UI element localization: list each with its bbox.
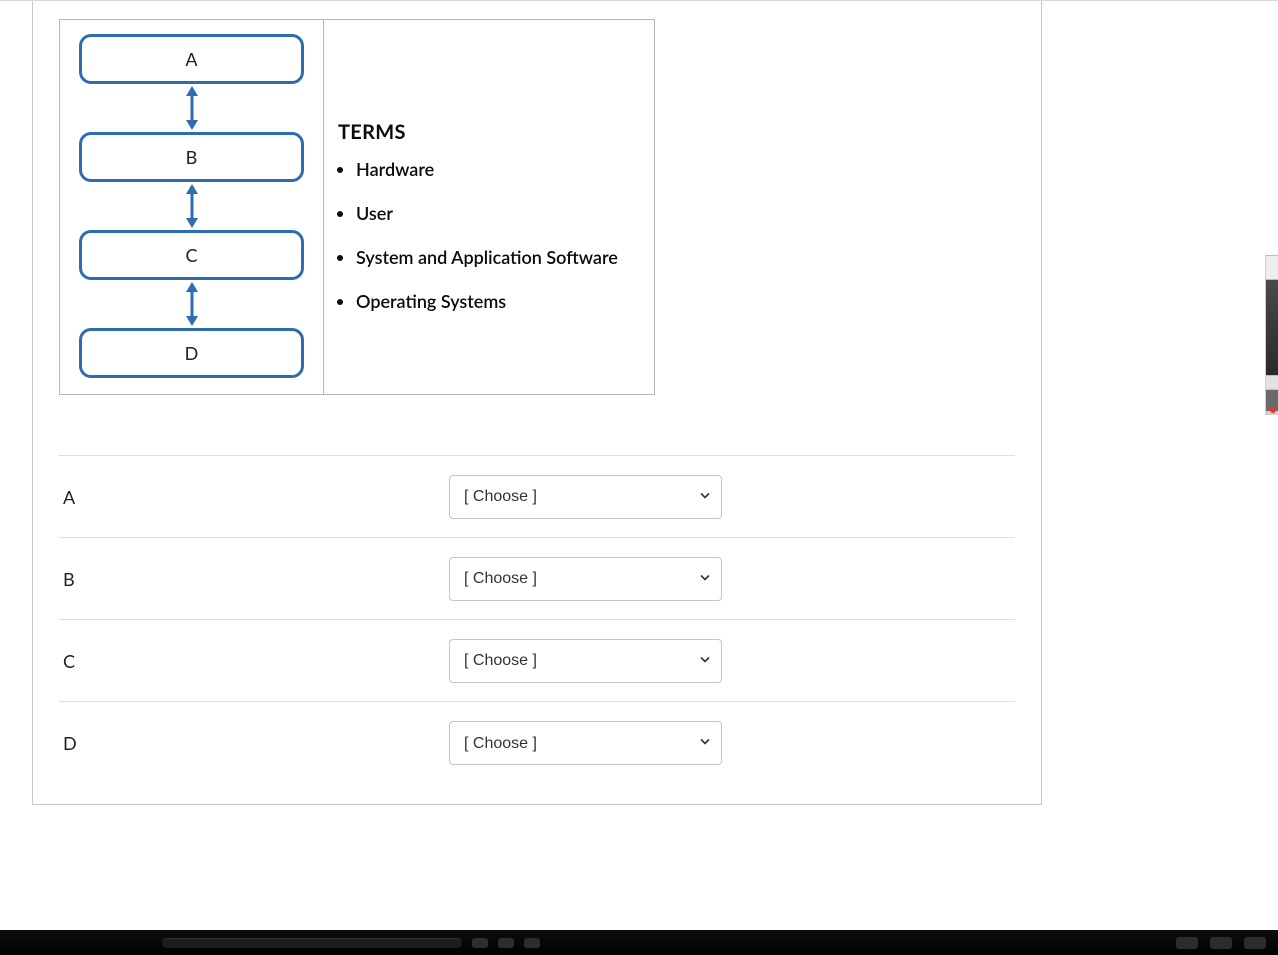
diagram-box-d: D xyxy=(79,328,304,378)
terms-item: User xyxy=(356,202,644,224)
diagram-box-b: B xyxy=(79,132,304,182)
taskbar-badge[interactable] xyxy=(1244,937,1266,949)
match-select-wrap: [ Choose ] xyxy=(449,639,722,683)
taskbar-icon[interactable] xyxy=(524,938,540,948)
match-select-c[interactable]: [ Choose ] xyxy=(449,639,722,683)
terms-item: System and Application Software xyxy=(356,246,644,268)
terms-column: TERMS Hardware User System and Applicati… xyxy=(324,20,654,394)
match-select-wrap: [ Choose ] xyxy=(449,557,722,601)
taskbar xyxy=(0,930,1278,955)
taskbar-icon[interactable] xyxy=(498,938,514,948)
double-arrow-icon xyxy=(181,280,203,328)
diagram-box-a: A xyxy=(79,34,304,84)
diagram-box-label: B xyxy=(186,146,198,168)
match-select-d[interactable]: [ Choose ] xyxy=(449,721,722,765)
double-arrow-icon xyxy=(181,182,203,230)
preview-slice xyxy=(1266,279,1278,375)
taskbar-badge[interactable] xyxy=(1176,937,1198,949)
taskbar-icon[interactable] xyxy=(472,938,488,948)
preview-slice xyxy=(1266,255,1278,279)
question-card: A B xyxy=(32,1,1042,805)
match-select-wrap: [ Choose ] xyxy=(449,721,722,765)
terms-list: Hardware User System and Application Sof… xyxy=(338,158,644,312)
taskbar-right xyxy=(1176,937,1266,949)
taskbar-badge[interactable] xyxy=(1210,937,1232,949)
match-select-b[interactable]: [ Choose ] xyxy=(449,557,722,601)
terms-heading: TERMS xyxy=(338,120,644,144)
figure-table: A B xyxy=(59,19,655,395)
match-row: C [ Choose ] xyxy=(59,620,1015,702)
match-label-a: A xyxy=(59,486,449,508)
diagram-box-label: A xyxy=(185,48,197,70)
match-region: A [ Choose ] B [ Choose ] xyxy=(59,455,1015,784)
terms-item: Operating Systems xyxy=(356,290,644,312)
diagram-box-c: C xyxy=(79,230,304,280)
match-row: B [ Choose ] xyxy=(59,538,1015,620)
match-row: A [ Choose ] xyxy=(59,456,1015,538)
diagram-box-label: C xyxy=(185,244,197,266)
diagram-column: A B xyxy=(60,20,324,394)
taskbar-search-pill[interactable] xyxy=(162,938,462,948)
terms-item: Hardware xyxy=(356,158,644,180)
taskbar-center xyxy=(162,938,540,948)
double-arrow-icon xyxy=(181,84,203,132)
match-row: D [ Choose ] xyxy=(59,702,1015,784)
match-select-a[interactable]: [ Choose ] xyxy=(449,475,722,519)
match-label-d: D xyxy=(59,732,449,754)
right-edge-preview xyxy=(1265,255,1278,415)
match-label-c: C xyxy=(59,650,449,672)
match-select-wrap: [ Choose ] xyxy=(449,475,722,519)
quiz-page: A B xyxy=(0,0,1278,955)
diagram-box-label: D xyxy=(185,342,199,364)
preview-dot xyxy=(1270,407,1276,413)
match-label-b: B xyxy=(59,568,449,590)
question-body: A B xyxy=(33,1,1041,784)
preview-slice xyxy=(1266,375,1278,389)
